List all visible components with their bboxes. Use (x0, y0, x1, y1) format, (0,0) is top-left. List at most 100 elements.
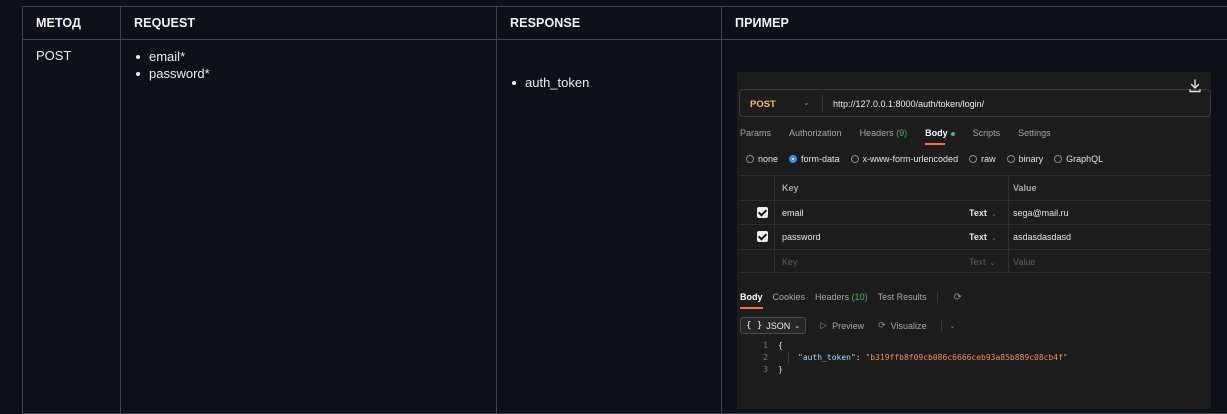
braces-icon: { } (746, 320, 763, 331)
radio-selected-icon (789, 155, 798, 163)
json-value: "b319ffb8f09cb086c6666ceb93a85b889c08cb4… (865, 353, 1068, 362)
count-badge: (9) (896, 128, 908, 138)
key-column-header: Key (782, 183, 799, 193)
divider (774, 249, 775, 272)
key-cell[interactable]: password (782, 232, 821, 242)
body-type-radio-group: none form-data x-www-form-urlencoded raw… (746, 154, 1114, 164)
tab-label: Headers (815, 292, 850, 302)
table-row: password Text ⌄ asdasdasdasd (740, 224, 1211, 249)
value-cell[interactable]: sega@mail.ru (1013, 208, 1069, 218)
tab-params[interactable]: Params (740, 128, 771, 138)
type-label: Text (969, 256, 986, 267)
status-dot-icon (950, 131, 955, 136)
chevron-down-icon: ⌄ (990, 235, 997, 242)
response-format-toolbar: { } JSON ⌄ ▷ Preview ⟳ Visualize ⌄ (740, 317, 955, 334)
code-text: } (778, 365, 783, 374)
tab-label: Headers (859, 128, 894, 138)
divider (1008, 249, 1009, 272)
tab-body[interactable]: Body (925, 128, 955, 145)
radio-form-data[interactable]: form-data (789, 154, 840, 164)
json-colon: : (855, 353, 866, 362)
value-cell[interactable]: asdasdasdasd (1013, 232, 1071, 242)
radio-icon (1006, 155, 1015, 163)
type-select[interactable]: Text ⌄ (969, 232, 997, 242)
list-item: auth_token (510, 74, 708, 91)
list-item: email* (134, 48, 483, 65)
row-checkbox[interactable] (757, 231, 768, 242)
chevron-down-icon[interactable]: ⌄ (950, 322, 956, 330)
tab-label: Body (925, 128, 948, 138)
tab-scripts[interactable]: Scripts (973, 128, 1001, 138)
radio-urlencoded[interactable]: x-www-form-urlencoded (850, 154, 959, 164)
radio-raw[interactable]: raw (969, 154, 996, 164)
tab-authorization[interactable]: Authorization (789, 128, 842, 138)
form-data-table: Key Value email Text ⌄ sega@mail.ru passw… (740, 175, 1211, 273)
list-item: password* (134, 65, 483, 82)
chevron-down-icon[interactable]: ⌄ (803, 98, 810, 107)
divider (936, 292, 938, 303)
visualize-button[interactable]: ⟳ Visualize (878, 320, 926, 331)
line-number: 2 (763, 353, 768, 362)
header-method: МЕТОД (22, 6, 121, 40)
json-key: "auth_token" (798, 353, 856, 362)
divider (1008, 225, 1009, 249)
divider (1008, 200, 1009, 224)
header-response: RESPONSE (496, 6, 722, 40)
response-fields-list: auth_token (510, 74, 708, 91)
http-method-select[interactable]: POST (750, 99, 776, 110)
type-label: Text (969, 232, 987, 242)
type-select[interactable]: Text ⌄ (969, 257, 995, 267)
format-select[interactable]: { } JSON ⌄ (740, 317, 807, 334)
key-input[interactable]: Key (782, 257, 798, 267)
value-input[interactable]: Value (1013, 257, 1035, 267)
radio-icon (1054, 155, 1063, 163)
radio-label: GraphQL (1066, 154, 1104, 164)
table-header-row: Key Value (740, 175, 1211, 200)
preview-button[interactable]: ▷ Preview (820, 320, 864, 331)
tab-cookies[interactable]: Cookies (773, 292, 806, 303)
type-select[interactable]: Text ⌄ (969, 208, 997, 218)
radio-none[interactable]: none (746, 154, 778, 164)
request-cell: email* password* (120, 39, 497, 414)
request-tabs: Params Authorization Headers (9) Body Sc… (740, 128, 1069, 145)
visualize-label: Visualize (890, 320, 927, 331)
preview-label: Preview (832, 320, 865, 331)
visualize-icon: ⟳ (878, 320, 886, 330)
radio-icon (969, 155, 978, 163)
active-tab-indicator (740, 307, 763, 309)
radio-label: raw (981, 154, 996, 164)
count-badge: (10) (851, 292, 868, 302)
divider (1008, 176, 1009, 200)
table-header-row: МЕТОД REQUEST RESPONSE ПРИМЕР (22, 6, 1227, 40)
radio-graphql[interactable]: GraphQL (1054, 154, 1103, 164)
chevron-down-icon: ⌄ (990, 210, 997, 218)
chevron-down-icon: ⌄ (989, 259, 996, 267)
divider (822, 95, 823, 112)
history-icon[interactable]: ⟳ (954, 292, 962, 303)
header-request: REQUEST (120, 6, 497, 40)
download-icon[interactable] (1187, 78, 1203, 94)
url-bar: POST ⌄ http://127.0.0.1:8000/auth/token/… (739, 89, 1211, 117)
radio-label: form-data (801, 154, 840, 164)
table-row: email Text ⌄ sega@mail.ru (740, 199, 1211, 224)
tab-settings[interactable]: Settings (1018, 128, 1051, 138)
code-text: "auth_token": "b319ffb8f09cb086c6666ceb9… (798, 352, 1068, 364)
tab-headers[interactable]: Headers (9) (860, 128, 908, 138)
divider (774, 176, 775, 200)
header-example: ПРИМЕР (721, 6, 1227, 40)
radio-binary[interactable]: binary (1006, 154, 1044, 164)
active-tab-indicator (925, 143, 945, 145)
chevron-down-icon: ⌄ (794, 322, 801, 330)
radio-label: binary (1018, 154, 1044, 164)
value-column-header: Value (1013, 183, 1037, 193)
radio-label: x-www-form-urlencoded (862, 154, 959, 164)
request-fields-list: email* password* (134, 48, 483, 82)
url-input[interactable]: http://127.0.0.1:8000/auth/token/login/ (833, 99, 984, 109)
type-label: Text (969, 207, 987, 218)
radio-icon (746, 155, 754, 163)
row-checkbox[interactable] (757, 206, 768, 218)
key-cell[interactable]: email (782, 208, 804, 218)
tab-response-headers[interactable]: Headers (10) (815, 292, 868, 303)
tab-test-results[interactable]: Test Results (878, 292, 927, 303)
tab-response-body[interactable]: Body (740, 292, 763, 309)
